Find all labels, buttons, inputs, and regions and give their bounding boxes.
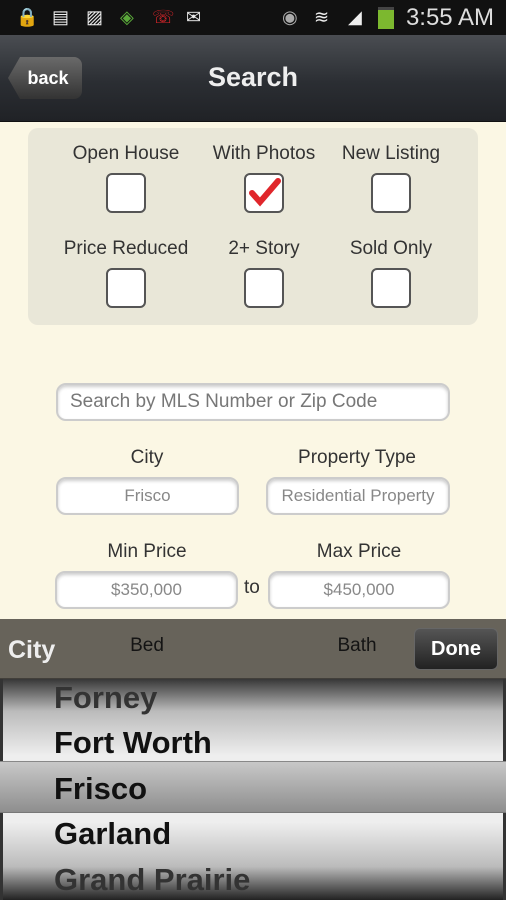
filter-label: Open House — [72, 143, 180, 164]
clock: 3:55 AM — [405, 4, 494, 31]
filter-checkbox[interactable] — [106, 173, 146, 213]
search-input[interactable]: Search by MLS Number or Zip Code — [56, 383, 450, 421]
done-button[interactable]: Done — [414, 628, 498, 670]
page-title: Search — [207, 62, 299, 92]
property-type-field[interactable]: Residential Property — [266, 477, 450, 515]
city-field[interactable]: Frisco — [56, 477, 239, 515]
filter-checkbox[interactable] — [244, 173, 284, 213]
eye-icon: ◉ — [282, 7, 298, 27]
checkmark-icon — [249, 178, 281, 207]
filter-checkbox[interactable] — [371, 268, 411, 308]
property-type-label: Property Type — [298, 447, 416, 468]
min-price-label: Min Price — [107, 541, 187, 562]
picker-option[interactable]: Garland — [54, 816, 171, 852]
bath-label: Bath — [337, 635, 377, 656]
filter-checkbox[interactable] — [371, 173, 411, 213]
max-price-field[interactable]: $450,000 — [268, 571, 450, 609]
battery-icon — [378, 7, 394, 29]
filter-checkbox[interactable] — [106, 268, 146, 308]
picker-option[interactable]: Fort Worth — [54, 725, 212, 761]
picker-option[interactable]: Forney — [54, 680, 157, 716]
wifi-call-icon: ☏ — [152, 7, 175, 27]
filter-label: New Listing — [341, 143, 441, 164]
status-bar: 🔒 ▤ ▨ ◈ ☏ ✉ ◉ ≋ ◢ 3:55 AM — [0, 0, 506, 35]
filter-label: Sold Only — [349, 238, 433, 259]
max-price-label: Max Price — [316, 541, 402, 562]
to-label: to — [244, 577, 260, 598]
filter-label: Price Reduced — [63, 238, 189, 259]
filter-checkbox[interactable] — [244, 268, 284, 308]
picker-option[interactable]: Grand Prairie — [54, 862, 250, 898]
min-price-field[interactable]: $350,000 — [55, 571, 238, 609]
lock-warning-icon: 🔒 — [16, 7, 39, 27]
shield-wifi-icon: ◈ — [120, 7, 134, 27]
picker-option-selected[interactable]: Frisco — [54, 771, 147, 807]
gmail-icon: ✉ — [186, 7, 202, 27]
picker-title: City — [8, 636, 56, 664]
bed-label: Bed — [130, 635, 164, 656]
city-label: City — [130, 447, 164, 468]
sd-card-icon: ▤ — [52, 7, 70, 27]
image-icon: ▨ — [86, 7, 104, 27]
signal-icon: ◢ — [348, 7, 362, 27]
wifi-icon: ≋ — [314, 7, 330, 27]
